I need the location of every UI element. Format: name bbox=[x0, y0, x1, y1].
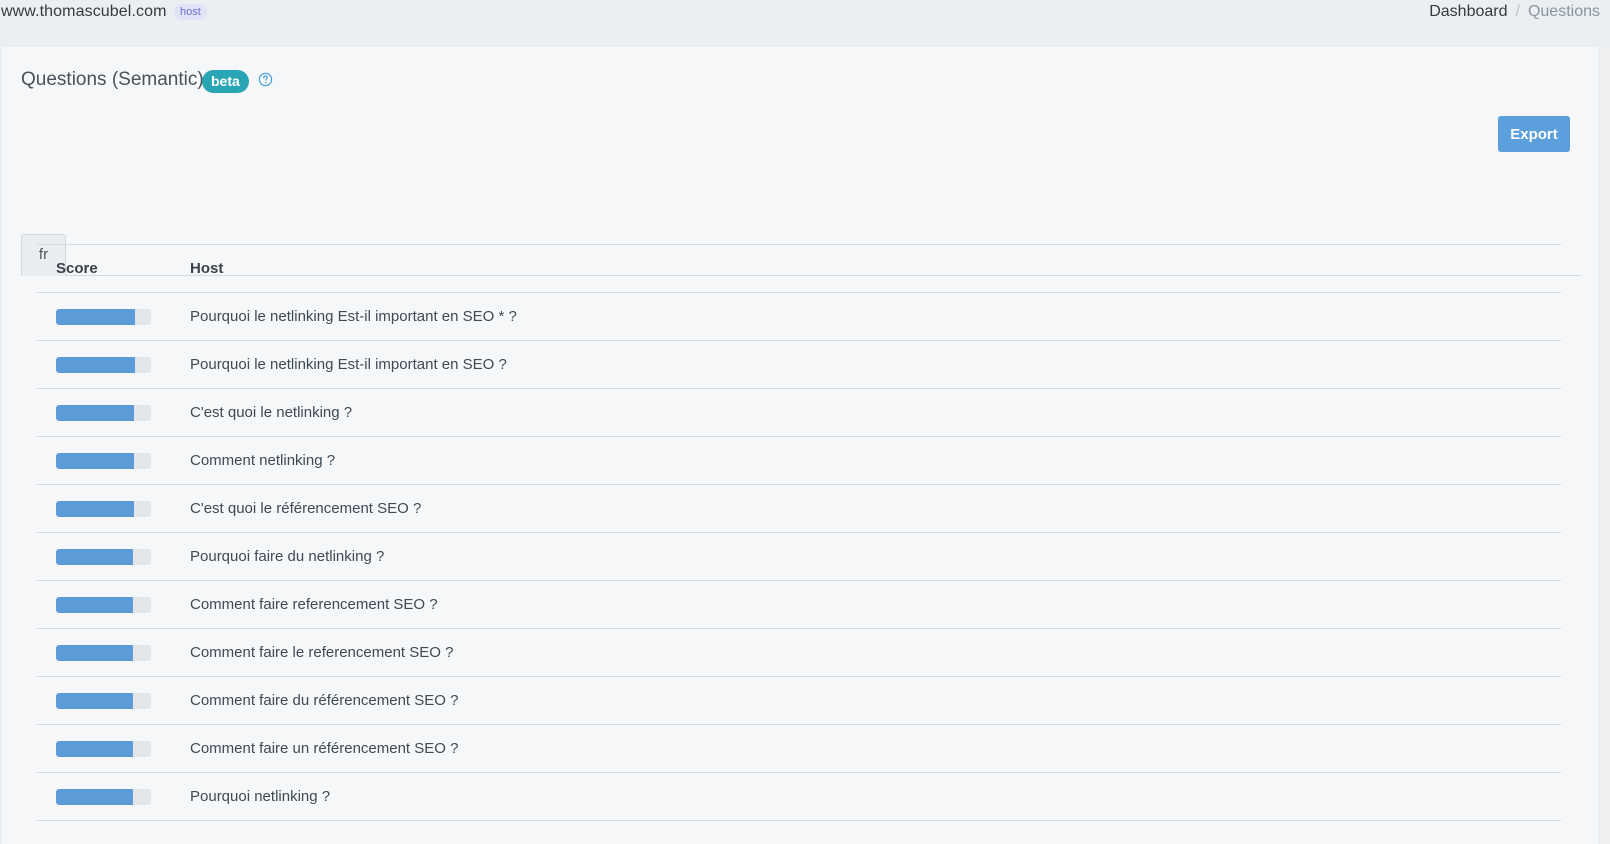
page-scrollbar[interactable] bbox=[1600, 47, 1610, 844]
column-header-score[interactable]: Score bbox=[56, 260, 98, 277]
question-text: C'est quoi le netlinking ? bbox=[190, 404, 353, 421]
question-text: Comment netlinking ? bbox=[190, 452, 336, 469]
score-bar-fill bbox=[56, 549, 133, 565]
score-bar bbox=[56, 453, 151, 469]
breadcrumb: Dashboard / Questions bbox=[1429, 3, 1600, 21]
table-row[interactable]: Pourquoi le netlinking Est-il important … bbox=[37, 293, 1561, 341]
score-bar bbox=[56, 789, 151, 805]
question-text: C'est quoi le référencement SEO ? bbox=[190, 500, 422, 517]
column-header-host[interactable]: Host bbox=[190, 260, 223, 277]
table-row[interactable]: Comment faire referencement SEO ? bbox=[37, 581, 1561, 629]
breadcrumb-separator: / bbox=[1515, 3, 1520, 20]
score-bar bbox=[56, 501, 151, 517]
score-bar-fill bbox=[56, 741, 133, 757]
breadcrumb-dashboard[interactable]: Dashboard bbox=[1429, 3, 1507, 20]
score-bar-fill bbox=[56, 501, 134, 517]
score-bar-fill bbox=[56, 789, 133, 805]
table-row[interactable]: Pourquoi le netlinking Est-il important … bbox=[37, 341, 1561, 389]
table-body: Pourquoi le netlinking Est-il important … bbox=[37, 293, 1561, 821]
score-bar-fill bbox=[56, 645, 133, 661]
table-row[interactable]: C'est quoi le netlinking ? bbox=[37, 389, 1561, 437]
questions-table: Score Host Pourquoi le netlinking Est-il… bbox=[37, 244, 1561, 821]
help-icon[interactable] bbox=[258, 72, 273, 87]
table-row[interactable]: Comment faire un référencement SEO ? bbox=[37, 725, 1561, 773]
table-row[interactable]: Comment netlinking ? bbox=[37, 437, 1561, 485]
score-bar-fill bbox=[56, 693, 133, 709]
score-bar bbox=[56, 645, 151, 661]
question-text: Comment faire le referencement SEO ? bbox=[190, 644, 454, 661]
breadcrumb-questions: Questions bbox=[1527, 3, 1600, 20]
question-text: Comment faire du référencement SEO ? bbox=[190, 692, 459, 709]
table-row[interactable]: Comment faire le referencement SEO ? bbox=[37, 629, 1561, 677]
table-row[interactable]: Comment faire du référencement SEO ? bbox=[37, 677, 1561, 725]
score-bar bbox=[56, 405, 151, 421]
score-bar-fill bbox=[56, 453, 134, 469]
table-header: Score Host bbox=[37, 245, 1561, 293]
score-bar-fill bbox=[56, 357, 135, 373]
score-bar-fill bbox=[56, 597, 133, 613]
score-bar-fill bbox=[56, 405, 134, 421]
question-text: Comment faire referencement SEO ? bbox=[190, 596, 438, 613]
host-badge: host bbox=[174, 4, 207, 20]
question-text: Pourquoi faire du netlinking ? bbox=[190, 548, 385, 565]
table-row[interactable]: Pourquoi faire du netlinking ? bbox=[37, 533, 1561, 581]
export-button[interactable]: Export bbox=[1498, 116, 1570, 152]
score-bar bbox=[56, 357, 151, 373]
table-row[interactable]: C'est quoi le référencement SEO ? bbox=[37, 485, 1561, 533]
score-bar bbox=[56, 549, 151, 565]
top-bar: www.thomascubel.com host Dashboard / Quest… bbox=[0, 0, 1610, 46]
question-text: Pourquoi le netlinking Est-il important … bbox=[190, 356, 507, 373]
score-bar bbox=[56, 693, 151, 709]
question-text: Pourquoi netlinking ? bbox=[190, 788, 331, 805]
score-bar-fill bbox=[56, 309, 135, 325]
site-name[interactable]: www.thomascubel.com bbox=[1, 3, 167, 21]
question-text: Pourquoi le netlinking Est-il important … bbox=[190, 308, 517, 325]
question-text: Comment faire un référencement SEO ? bbox=[190, 740, 459, 757]
page-title: Questions (Semantic) bbox=[21, 69, 204, 90]
table-row[interactable]: Pourquoi netlinking ? bbox=[37, 773, 1561, 821]
score-bar bbox=[56, 597, 151, 613]
beta-badge: beta bbox=[202, 70, 249, 93]
score-bar bbox=[56, 741, 151, 757]
score-bar bbox=[56, 309, 151, 325]
